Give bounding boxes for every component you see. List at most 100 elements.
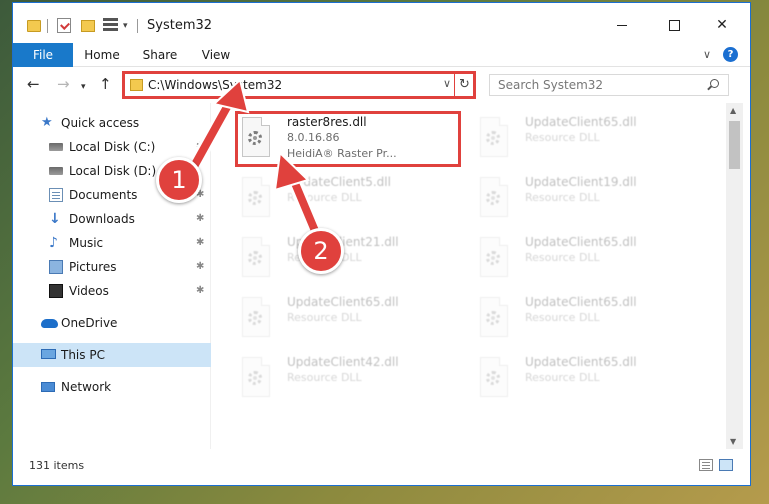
file-description: Resource DLL <box>287 191 362 204</box>
status-bar: 131 items <box>13 449 750 485</box>
expand-ribbon-chevron-icon[interactable]: ∨ <box>703 48 711 61</box>
file-item[interactable]: UpdateClient42.dll Resource DLL <box>239 353 469 405</box>
refresh-icon[interactable]: ↻ <box>459 77 470 92</box>
file-explorer-window: ▾ System32 ✕ File Home Share View ∨ ? ← … <box>12 2 751 486</box>
file-description: Resource DLL <box>525 371 600 384</box>
sidebar-item-label: Quick access <box>61 116 140 130</box>
toolbar-separator <box>47 19 48 33</box>
file-description: Resource DLL <box>287 371 362 384</box>
computer-icon <box>41 349 56 359</box>
sidebar-item-label: OneDrive <box>61 316 118 330</box>
sidebar-item-label: Local Disk (C:) <box>69 140 156 154</box>
dll-file-icon <box>239 237 273 279</box>
sidebar-item-label: Music <box>69 236 104 250</box>
scrollbar-thumb[interactable] <box>729 121 740 169</box>
window-title: System32 <box>147 18 213 33</box>
pin-icon[interactable]: ✱ <box>196 232 204 254</box>
toolbar-separator <box>137 19 138 33</box>
large-icons-view-icon[interactable] <box>719 459 733 471</box>
file-name: UpdateClient65.dll <box>525 295 637 309</box>
pin-icon[interactable]: ✱ <box>196 280 204 302</box>
address-history-chevron-icon[interactable]: ∨ <box>443 77 451 90</box>
file-item[interactable]: UpdateClient65.dll Resource DLL <box>477 353 707 405</box>
music-note-icon: ♪ <box>49 235 58 251</box>
navigation-pane: ★ Quick access Local Disk (C:) ✱ Local D… <box>13 103 211 449</box>
tab-share[interactable]: Share <box>137 43 183 67</box>
help-icon[interactable]: ? <box>723 47 738 62</box>
scroll-up-arrow-icon[interactable]: ▲ <box>730 106 736 115</box>
sidebar-item-label: Downloads <box>69 212 135 226</box>
network-icon <box>41 382 55 392</box>
new-folder-icon[interactable] <box>81 20 95 32</box>
ribbon-tabs: File Home Share View ∨ ? <box>13 43 750 67</box>
file-description: Resource DLL <box>287 311 362 324</box>
scroll-down-arrow-icon[interactable]: ▼ <box>730 437 736 446</box>
file-item[interactable]: UpdateClient65.dll Resource DLL <box>477 233 707 285</box>
sidebar-item-this-pc[interactable]: This PC <box>41 344 206 366</box>
star-icon: ★ <box>41 115 53 130</box>
properties-icon[interactable] <box>57 18 71 33</box>
sidebar-item-label: Pictures <box>69 260 117 274</box>
forward-button[interactable]: → <box>57 76 70 92</box>
recent-locations-button[interactable]: ▾ <box>81 79 86 95</box>
file-item[interactable]: UpdateClient19.dll Resource DLL <box>477 173 707 225</box>
file-item[interactable]: UpdateClient65.dll Resource DLL <box>239 293 469 345</box>
drive-icon <box>49 143 63 151</box>
address-divider <box>454 74 455 96</box>
search-icon[interactable] <box>710 79 719 88</box>
sidebar-item-network[interactable]: Network <box>41 376 206 398</box>
sidebar-item-downloads[interactable]: ↓ Downloads ✱ <box>49 208 206 230</box>
file-name: UpdateClient42.dll <box>287 355 399 369</box>
sidebar-item-local-disk-c[interactable]: Local Disk (C:) ✱ <box>49 136 206 158</box>
tab-home[interactable]: Home <box>79 43 125 67</box>
customize-toolbar-chevron-icon[interactable]: ▾ <box>123 21 128 37</box>
back-button[interactable]: ← <box>27 76 40 92</box>
close-button[interactable]: ✕ <box>699 11 745 39</box>
view-menu-icon[interactable] <box>103 18 118 32</box>
videos-icon <box>49 284 63 298</box>
step-badge-1: 1 <box>156 157 202 203</box>
file-item[interactable]: UpdateClient21.dll Resource DLL <box>239 233 469 285</box>
dll-file-icon <box>239 357 273 399</box>
sidebar-item-videos[interactable]: Videos ✱ <box>49 280 206 302</box>
maximize-button[interactable] <box>651 11 697 39</box>
documents-icon <box>49 188 63 202</box>
sidebar-item-label: This PC <box>61 348 105 362</box>
highlight-box <box>235 111 461 167</box>
address-path[interactable]: C:\Windows\System32 <box>148 78 282 92</box>
sidebar-item-label: Videos <box>69 284 109 298</box>
item-count: 131 items <box>29 459 85 472</box>
tab-view[interactable]: View <box>193 43 239 67</box>
pin-icon[interactable]: ✱ <box>196 136 204 158</box>
folder-icon <box>130 79 143 91</box>
sidebar-item-label: Network <box>61 380 112 394</box>
file-item[interactable]: UpdateClient65.dll Resource DLL <box>477 113 707 165</box>
sidebar-item-music[interactable]: ♪ Music ✱ <box>49 232 206 254</box>
sidebar-item-onedrive[interactable]: OneDrive <box>41 312 206 334</box>
file-item[interactable]: UpdateClient5.dll Resource DLL <box>239 173 469 225</box>
details-view-icon[interactable] <box>699 459 713 471</box>
pin-icon[interactable]: ✱ <box>196 208 204 230</box>
pictures-icon <box>49 260 63 274</box>
dll-file-icon <box>477 177 511 219</box>
address-bar[interactable]: C:\Windows\System32 ∨ ↻ <box>122 71 476 99</box>
file-item[interactable]: UpdateClient65.dll Resource DLL <box>477 293 707 345</box>
vertical-scrollbar[interactable]: ▲ ▼ <box>726 103 743 449</box>
cloud-icon <box>41 319 58 328</box>
dll-file-icon <box>239 177 273 219</box>
file-name: UpdateClient5.dll <box>287 175 391 189</box>
title-bar: ▾ System32 ✕ <box>13 3 750 43</box>
pin-icon[interactable]: ✱ <box>196 256 204 278</box>
file-description: Resource DLL <box>525 311 600 324</box>
sidebar-item-quick-access[interactable]: ★ Quick access <box>41 112 206 134</box>
up-button[interactable]: ↑ <box>99 76 112 92</box>
minimize-button[interactable] <box>599 11 645 39</box>
dll-file-icon <box>477 237 511 279</box>
search-box[interactable] <box>489 74 729 96</box>
search-input[interactable] <box>490 75 700 95</box>
sidebar-item-label: Documents <box>69 188 138 202</box>
dll-file-icon <box>477 297 511 339</box>
tab-file[interactable]: File <box>13 43 73 67</box>
navigation-bar: ← → ▾ ↑ C:\Windows\System32 ∨ ↻ <box>13 67 750 103</box>
sidebar-item-pictures[interactable]: Pictures ✱ <box>49 256 206 278</box>
